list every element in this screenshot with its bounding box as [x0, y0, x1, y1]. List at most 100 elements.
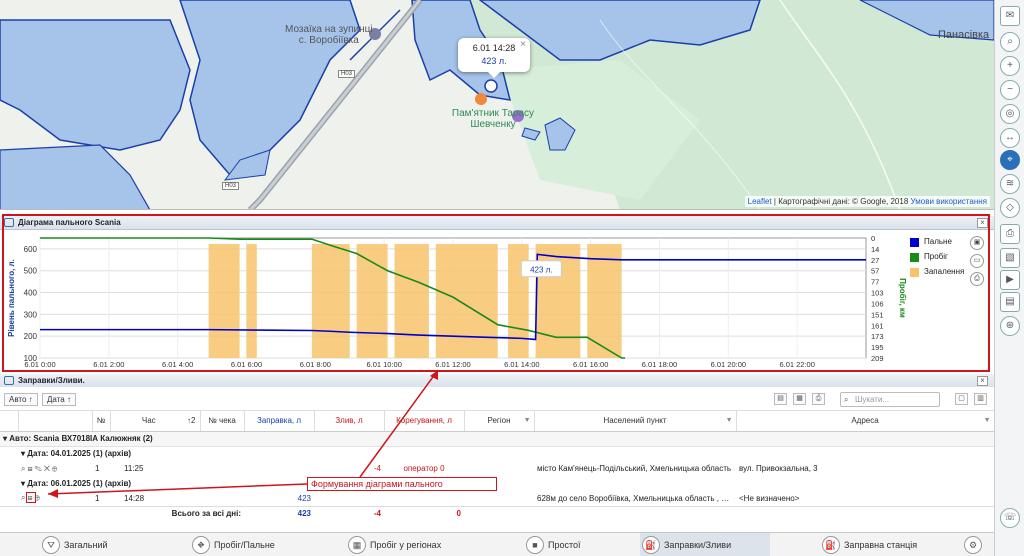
cell-time: 14:28	[124, 493, 145, 503]
columns-settings-icon[interactable]: ▥	[974, 393, 987, 405]
tab-mileage-regions[interactable]: ▦ Пробіг у регіонах	[346, 533, 476, 556]
col-time[interactable]: Час ↑2	[110, 411, 201, 432]
cell-correction[interactable]	[384, 491, 464, 506]
annotation-callout: Формування діаграми пального	[307, 477, 497, 491]
col-region[interactable]: Регіон ▼	[464, 411, 535, 432]
tab-downtime[interactable]: ■ Простої	[524, 533, 624, 556]
cell-drain	[314, 491, 384, 506]
chart-toggle-icon[interactable]: ▤	[1000, 292, 1020, 312]
chart-highlight-box	[2, 214, 990, 372]
col-check[interactable]: № чека	[200, 411, 245, 432]
gas-station-icon: ⛽	[822, 536, 840, 554]
cell-region	[464, 491, 534, 506]
tab-label: Пробіг/Пальне	[214, 540, 275, 550]
table-row[interactable]: ⌕⊞⊕ 1 14:28 423 628м до село Воробіївка,…	[0, 491, 994, 506]
total-drain: -4	[314, 505, 384, 521]
expand-icon[interactable]: ▾	[21, 479, 25, 488]
row-actions[interactable]: ⌕⊞✎✕⊕	[18, 461, 92, 476]
print-map-icon[interactable]: ⎙	[1000, 224, 1020, 244]
group-date-label: Дата	[47, 395, 65, 404]
help-icon[interactable]: ☏	[1000, 508, 1020, 528]
sort-indicator: ↑2	[187, 416, 196, 426]
ruler-icon[interactable]: ↔	[1000, 128, 1020, 148]
location-pin-icon[interactable]: ⌖	[1000, 150, 1020, 170]
cell-drain: -4	[373, 464, 381, 473]
subgroup-row[interactable]: ▾ Дата: 04.01.2025 (1) (архів)	[0, 446, 994, 461]
cell-address: вул. Привокзальна, 3	[739, 464, 818, 473]
tab-gas-station[interactable]: ⛽ Заправна станція	[820, 533, 950, 556]
map-icon: ▦	[348, 536, 366, 554]
refuel-panel-header: Заправки/Зливи. ×	[0, 374, 994, 388]
map-popup: 6.01 14:28 423 л. ×	[458, 38, 530, 78]
settings-button[interactable]: ⚙	[962, 533, 992, 556]
print-icon[interactable]: ⎙	[812, 393, 825, 405]
table-row[interactable]: ⌕⊞✎✕⊕ 1 11:25 -4 оператор 0 місто Кам'ян…	[0, 461, 994, 476]
popup-close-button[interactable]: ×	[520, 38, 526, 51]
zone-icon[interactable]: ◇	[1000, 198, 1020, 218]
refuel-panel-close-button[interactable]: ×	[977, 376, 988, 386]
tab-label: Пробіг у регіонах	[370, 540, 442, 550]
save-settings-icon[interactable]: ▢	[955, 393, 968, 405]
col-correction[interactable]: Корегування, л	[384, 411, 465, 432]
build-chart-icon[interactable]: ⊞	[26, 492, 36, 504]
tab-mileage-fuel[interactable]: ⛖ Пробіг/Пальне	[190, 533, 310, 556]
expand-icon[interactable]: ▾	[3, 434, 7, 443]
cell-refuel: 423	[297, 493, 311, 503]
refuel-toolbar: Авто ↑ Дата ↑ ▤ ▦ ⎙ ⌕ Шукати... ▢ ▥	[0, 387, 994, 411]
col-settlement-label: Населений пункт	[603, 416, 667, 426]
col-settlement[interactable]: Населений пункт ▼	[534, 411, 737, 432]
group-by-date-button[interactable]: Дата ↑	[42, 393, 76, 406]
gear-icon: ⚙	[964, 536, 982, 554]
search-map-icon[interactable]: ⌕	[1000, 32, 1020, 52]
subgroup-label: Дата: 06.01.2025 (1) (архів)	[27, 479, 132, 488]
filter-icon[interactable]: ▼	[524, 417, 531, 424]
col-drain[interactable]: Злив, л	[314, 411, 385, 432]
subgroup-label: Дата: 04.01.2025 (1) (архів)	[27, 449, 132, 459]
layers-icon[interactable]: ≋	[1000, 174, 1020, 194]
col-address[interactable]: Адреса ▼	[736, 411, 995, 432]
group-by-auto-button[interactable]: Авто ↑	[4, 393, 38, 406]
col-num[interactable]: №	[92, 411, 111, 432]
zoom-fit-icon[interactable]: ◎	[1000, 104, 1020, 124]
map-attribution: Leaflet | Картографічні дані: © Google, …	[744, 196, 990, 207]
search-input[interactable]: ⌕ Шукати...	[840, 392, 940, 407]
zoom-out-icon[interactable]: −	[1000, 80, 1020, 100]
expand-icon[interactable]: ▾	[21, 449, 25, 458]
map-label-panasivka: Панасівка	[938, 29, 990, 41]
tab-general[interactable]: ⛛ Загальний	[40, 533, 160, 556]
attribution-text: | Картографічні дані: © Google, 2018	[773, 197, 909, 206]
road-tag: Н03	[338, 70, 356, 78]
cell-correction[interactable]: оператор 0	[384, 461, 464, 476]
search-placeholder: Шукати...	[855, 395, 890, 404]
zoom-in-icon[interactable]: +	[1000, 56, 1020, 76]
tab-label: Простої	[548, 540, 581, 550]
export-excel-icon[interactable]: ▦	[793, 393, 806, 405]
play-icon[interactable]: ▶	[1000, 270, 1020, 290]
refuel-panel-title: Заправки/Зливи.	[18, 376, 85, 385]
col-refuel[interactable]: Заправка, л	[244, 411, 315, 432]
settings-map-icon[interactable]: ⊛	[1000, 316, 1020, 336]
group-row[interactable]: ▾ Авто: Scania ВХ7018ІА Калюжняк (2)	[0, 431, 994, 447]
terms-link[interactable]: Умови використання	[911, 197, 987, 206]
subgroup-row[interactable]: ▾ Дата: 06.01.2025 (1) (архів)	[0, 476, 994, 491]
total-row: Всього за всі дні: 423 -4 0	[0, 505, 994, 521]
map-view[interactable]: Мозаїка на зупинці с. Воробіївка Панасівк…	[0, 0, 994, 210]
leaflet-link[interactable]: Leaflet	[748, 197, 772, 206]
tab-label: Загальний	[64, 540, 108, 550]
filter-icon[interactable]: ▼	[984, 417, 991, 424]
export-pdf-icon[interactable]: ▤	[774, 393, 787, 405]
cell-check	[200, 491, 244, 506]
image-icon[interactable]: ▧	[1000, 248, 1020, 268]
popup-value: 423 л.	[481, 56, 507, 66]
row-actions[interactable]: ⌕⊞⊕	[18, 491, 92, 506]
tab-refuels[interactable]: ⛽ Заправки/Зливи	[640, 533, 770, 556]
tab-label: Заправна станція	[844, 540, 918, 550]
stop-icon: ■	[526, 536, 544, 554]
map-canvas	[0, 0, 994, 209]
mail-icon[interactable]: ✉	[1000, 6, 1020, 26]
map-label-monument: Пам'ятник Тарасу Шевченку	[451, 108, 535, 130]
fuel-pump-icon: ⛽	[642, 536, 660, 554]
sort-count: 2	[191, 416, 196, 426]
filter-icon[interactable]: ▼	[726, 417, 733, 424]
header-spacer	[18, 411, 93, 432]
